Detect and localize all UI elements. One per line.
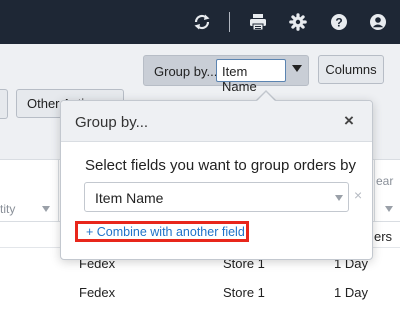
- close-icon[interactable]: ×: [344, 112, 354, 130]
- group-by-control[interactable]: Group by... Item Name: [143, 55, 309, 94]
- chevron-down-icon[interactable]: [292, 65, 302, 72]
- group-field-value: Item Name: [95, 190, 164, 206]
- table-cell-store: Store 1: [223, 285, 265, 300]
- group-by-label: Group by...: [154, 64, 218, 79]
- group-field-select[interactable]: Item Name: [84, 182, 349, 212]
- popover-title: Group by...: [75, 114, 149, 131]
- help-icon[interactable]: ?: [330, 13, 348, 31]
- column-divider: [374, 160, 375, 222]
- table-cell-carrier: Fedex: [79, 285, 116, 300]
- user-icon[interactable]: [369, 13, 387, 31]
- column-divider: [58, 160, 59, 222]
- toolbar-left-button[interactable]: [0, 89, 8, 119]
- popover-instruction: Select fields you want to group orders b…: [85, 157, 356, 174]
- printer-icon[interactable]: [249, 13, 267, 31]
- svg-text:?: ?: [335, 15, 342, 29]
- table-cell: ers: [374, 229, 393, 244]
- combine-highlight: + Combine with another field: [75, 221, 249, 242]
- combine-field-link[interactable]: + Combine with another field: [86, 225, 245, 239]
- remove-field-icon[interactable]: ×: [354, 188, 362, 202]
- chevron-down-icon[interactable]: [335, 195, 343, 201]
- column-header-year[interactable]: ear: [376, 174, 393, 188]
- popover-pointer-fill: [256, 92, 276, 102]
- toolbar-divider: [229, 12, 230, 32]
- column-header-quantity[interactable]: tity: [0, 202, 15, 216]
- table-cell-speed: 1 Day: [334, 285, 368, 300]
- top-navigation-bar: ?: [0, 0, 400, 44]
- gear-icon[interactable]: [289, 13, 307, 31]
- group-by-popover: Group by... × Select fields you want to …: [60, 100, 373, 260]
- sort-caret-icon[interactable]: [42, 206, 50, 212]
- columns-button[interactable]: Columns: [318, 55, 384, 84]
- sort-caret-icon[interactable]: [385, 206, 393, 212]
- group-by-select[interactable]: Item Name: [216, 59, 286, 94]
- refresh-icon[interactable]: [193, 13, 211, 31]
- popover-header: Group by... ×: [61, 101, 372, 142]
